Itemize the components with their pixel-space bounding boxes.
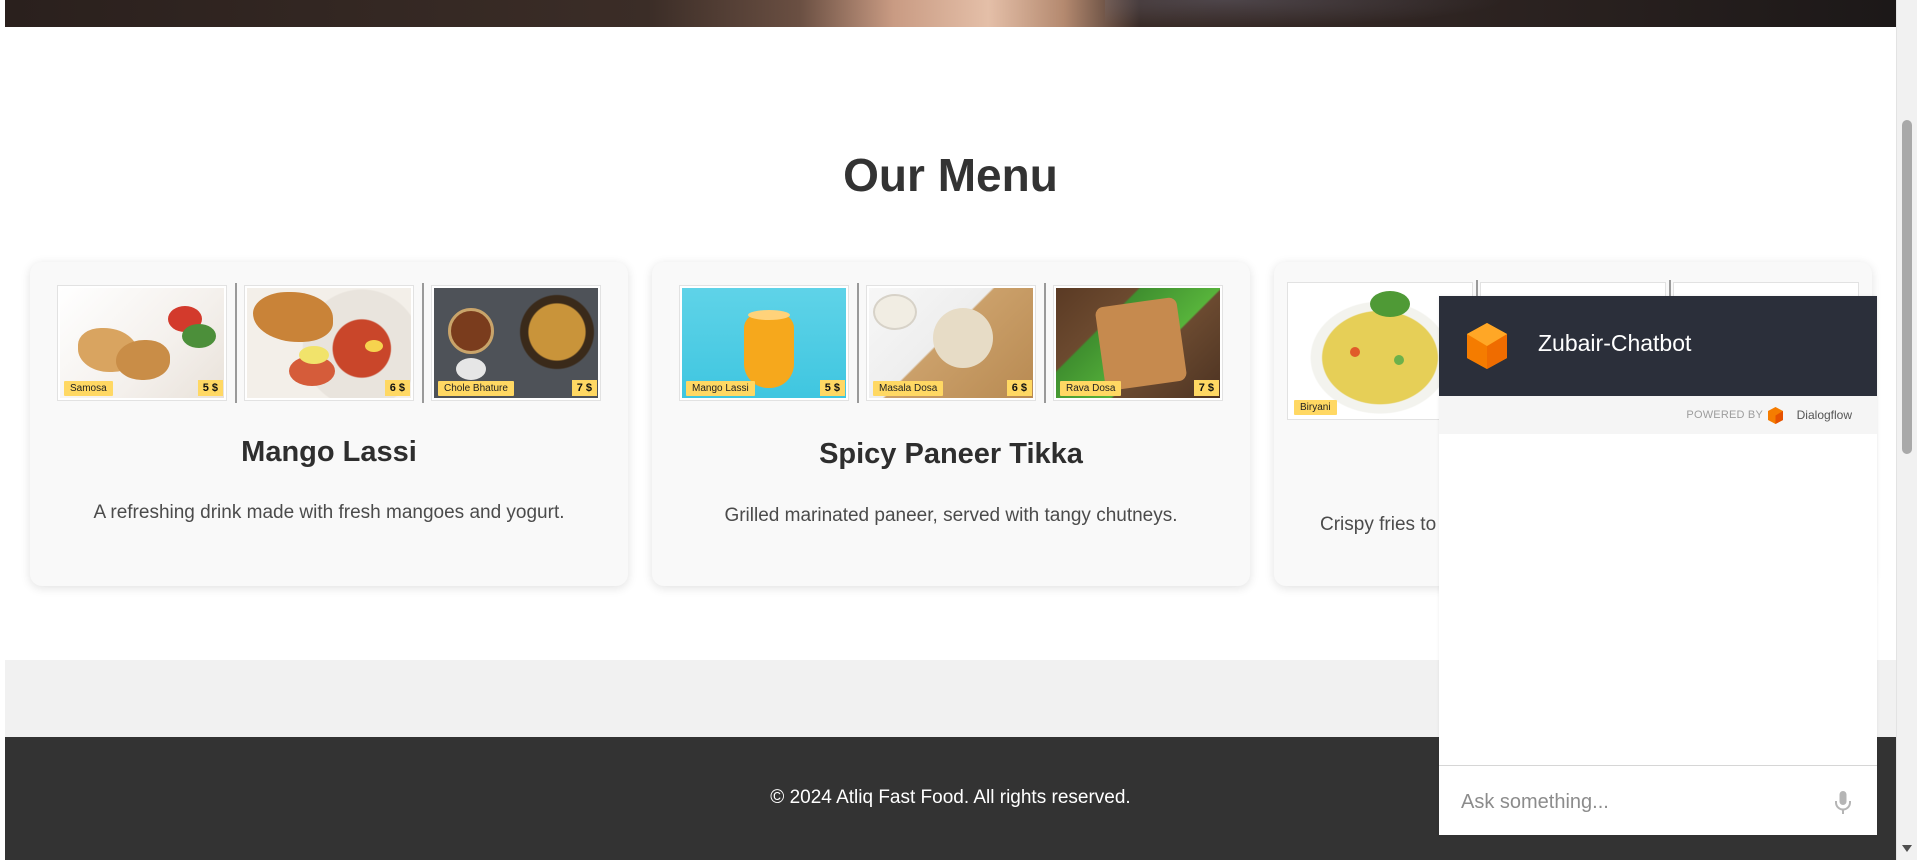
food-name-label: Rava Dosa: [1060, 381, 1122, 396]
food-image-mango-lassi: Mango Lassi 5 $: [679, 285, 849, 401]
microphone-icon[interactable]: [1834, 791, 1852, 815]
powered-by-bar: POWERED BY Dialogflow: [1439, 396, 1877, 434]
food-price-label: 7 $: [571, 380, 597, 396]
food-image-chole-bhature: Chole Bhature 7 $: [431, 285, 601, 401]
food-price-label: 5 $: [819, 380, 845, 396]
scroll-down-arrow-icon[interactable]: [1902, 845, 1912, 852]
food-image-samosa: Samosa 5 $: [57, 285, 227, 401]
menu-card-title: Spicy Paneer Tikka: [819, 438, 1083, 470]
food-price-label: 7 $: [1193, 380, 1219, 396]
hero-image-strip: [5, 0, 1896, 27]
chatbot-header[interactable]: Zubair-Chatbot: [1439, 296, 1877, 396]
chatbot-widget[interactable]: Zubair-Chatbot POWERED BY Dialogflow: [1439, 296, 1877, 835]
dialogflow-cube-icon: [1467, 323, 1507, 369]
food-price-label: 5 $: [197, 380, 223, 396]
dialogflow-brand: Dialogflow: [1796, 408, 1852, 422]
page-scrollbar[interactable]: [1896, 0, 1917, 860]
chatbot-messages: [1439, 434, 1877, 762]
menu-card-images: Mango Lassi 5 $ Masala Dosa 6 $ Rava Dos…: [679, 283, 1223, 405]
menu-card-description: Grilled marinated paneer, served with ta…: [724, 505, 1178, 526]
food-name-label: Mango Lassi: [686, 381, 755, 396]
food-name-label: Biryani: [1294, 400, 1337, 415]
menu-card-description: A refreshing drink made with fresh mango…: [93, 502, 565, 523]
image-divider: [856, 283, 859, 403]
image-divider: [421, 283, 424, 403]
food-image-masala-dosa: Masala Dosa 6 $: [866, 285, 1036, 401]
menu-card[interactable]: Samosa 5 $ 6 $ Chole Bhature 7 $ Mango L…: [30, 262, 628, 586]
chatbot-input-row: [1439, 765, 1877, 835]
powered-by-label: POWERED BY: [1686, 409, 1763, 421]
scrollbar-thumb[interactable]: [1902, 120, 1912, 454]
menu-section-title: Our Menu: [843, 149, 1058, 201]
food-name-label: Samosa: [64, 381, 113, 396]
food-image-pav-bhaji: 6 $: [244, 285, 414, 401]
chatbot-title: Zubair-Chatbot: [1538, 330, 1692, 356]
page-viewport: Our Menu Samosa 5 $ 6 $ Chole Bhature 7 …: [5, 0, 1896, 860]
food-price-label: 6 $: [1006, 380, 1032, 396]
image-divider: [1043, 283, 1046, 403]
food-name-label: Masala Dosa: [873, 381, 944, 396]
food-image-rava-dosa: Rava Dosa 7 $: [1053, 285, 1223, 401]
menu-card[interactable]: Mango Lassi 5 $ Masala Dosa 6 $ Rava Dos…: [652, 262, 1250, 586]
food-price-label: 6 $: [384, 380, 410, 396]
food-name-label: Chole Bhature: [438, 381, 514, 396]
dialogflow-logo-icon: [1768, 407, 1783, 424]
image-divider: [234, 283, 237, 403]
menu-card-images: Samosa 5 $ 6 $ Chole Bhature 7 $: [57, 283, 601, 405]
chatbot-input[interactable]: [1459, 788, 1819, 816]
menu-card-title: Mango Lassi: [241, 436, 417, 468]
